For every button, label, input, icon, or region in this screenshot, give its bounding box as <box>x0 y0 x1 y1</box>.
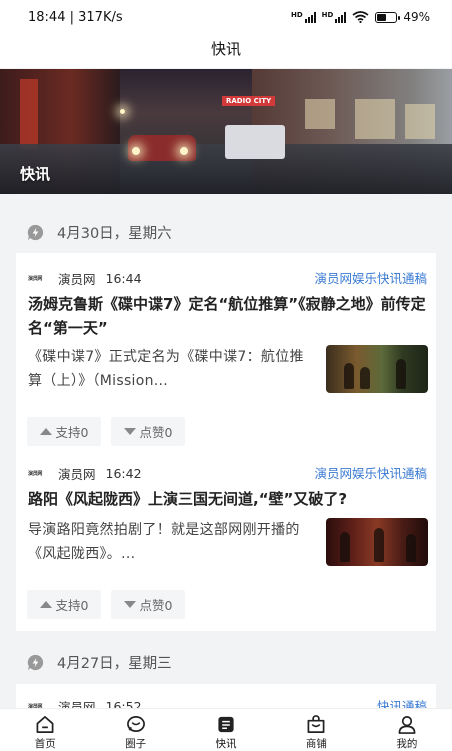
nav-news-label: 快讯 <box>215 738 237 750</box>
banner-window <box>355 99 395 139</box>
support-button[interactable]: 支持0 <box>27 590 101 619</box>
signal-tag-2: HD <box>321 10 334 19</box>
banner-label: 快讯 <box>20 165 51 183</box>
nav-shop[interactable]: 商铺 <box>271 709 361 751</box>
publish-time: 16:44 <box>105 271 142 286</box>
wifi-icon <box>352 11 369 23</box>
nav-profile[interactable]: 我的 <box>362 709 452 751</box>
page-title: 快讯 <box>210 40 241 58</box>
battery-fill <box>377 13 387 21</box>
shop-bag-icon <box>307 715 325 733</box>
news-thumbnail[interactable] <box>326 345 428 393</box>
nav-circle[interactable]: 圈子 <box>90 709 180 751</box>
news-icon <box>218 716 234 733</box>
banner-headlight <box>180 147 188 155</box>
battery-value: 49 <box>403 10 419 24</box>
like-button[interactable]: 点赞0 <box>111 590 185 619</box>
news-title[interactable]: 路阳《风起陇西》上演三国无间道,“壁”又破了? <box>28 487 428 511</box>
news-card: 演员网 演员网 16:44 演员网娱乐快讯通稿 汤姆克鲁斯《碟中谍7》定名“航位… <box>16 253 436 631</box>
source-row: 演员网 演员网 16:42 <box>28 464 142 483</box>
support-label: 支持0 <box>55 425 89 440</box>
date-header: 4月30日，星期六 <box>26 222 172 243</box>
source-tag[interactable]: 演员网娱乐快讯通稿 <box>314 463 427 482</box>
banner-streetlight <box>120 109 125 114</box>
thumbnail-figure <box>344 363 354 389</box>
like-label: 点赞0 <box>139 598 173 613</box>
signal-tag: HD <box>290 10 303 19</box>
signal-icon: HD <box>290 10 316 23</box>
bottom-nav: 首页 圈子 快讯 商铺 我的 <box>0 708 452 751</box>
banner-street-sign: RADIO CITY <box>222 96 276 106</box>
news-summary: 导演路阳竟然拍剧了！就是这部网刚开播的《风起陇西》。... <box>28 522 300 562</box>
status-bar: 18:44 | 317K/s HD HD 49% <box>0 0 452 34</box>
flash-chat-icon <box>27 654 44 671</box>
signal-icon-2: HD <box>321 10 347 23</box>
like-button[interactable]: 点赞0 <box>111 417 185 446</box>
home-icon <box>36 716 54 733</box>
nav-profile-label: 我的 <box>396 738 418 750</box>
news-item[interactable]: 演员网 演员网 16:44 演员网娱乐快讯通稿 汤姆克鲁斯《碟中谍7》定名“航位… <box>16 253 436 446</box>
news-thumbnail[interactable] <box>326 518 428 566</box>
date-text: 4月30日，星期六 <box>57 226 172 242</box>
thumbnail-figure <box>360 367 370 389</box>
person-icon <box>398 716 416 734</box>
news-item[interactable]: 演员网 演员网 16:42 演员网娱乐快讯通稿 路阳《风起陇西》上演三国无间道,… <box>16 456 436 631</box>
thumbnail-figure <box>340 532 350 562</box>
source-name: 演员网 <box>58 467 96 482</box>
news-title[interactable]: 汤姆克鲁斯《碟中谍7》定名“航位推算”《寂静之地》前传定名“第一天” <box>28 292 428 340</box>
status-divider: | <box>69 9 79 25</box>
status-network-speed: 317K/s <box>78 9 123 25</box>
upvote-icon <box>39 428 52 435</box>
page-header: 快讯 <box>0 34 452 68</box>
chat-bubble-icon <box>126 716 145 733</box>
downvote-icon <box>123 601 136 608</box>
battery-unit: % <box>418 10 430 24</box>
date-header: 4月27日，星期三 <box>26 652 172 673</box>
banner-neon-sign <box>20 79 38 149</box>
app-screen: 18:44 | 317K/s HD HD 49% 快讯 RADIO CITY 快… <box>0 0 452 751</box>
news-summary: 《碟中谍7》正式定名为《碟中谍7：航位推算（上）》（Mission... <box>28 349 304 389</box>
support-label: 支持0 <box>55 598 89 613</box>
nav-news[interactable]: 快讯 <box>181 709 271 751</box>
source-name: 演员网 <box>58 272 96 287</box>
status-time: 18:44 <box>28 9 66 25</box>
banner-truck <box>225 125 285 159</box>
status-right: HD HD 49% <box>291 10 430 24</box>
battery-icon <box>375 11 401 23</box>
banner-headlight <box>132 147 140 155</box>
thumbnail-figure <box>396 359 406 389</box>
banner-window <box>305 99 335 129</box>
upvote-icon <box>39 601 52 608</box>
nav-shop-label: 商铺 <box>305 738 327 750</box>
like-label: 点赞0 <box>139 425 173 440</box>
source-tag[interactable]: 演员网娱乐快讯通稿 <box>314 268 427 287</box>
date-text: 4月27日，星期三 <box>57 656 172 672</box>
nav-home-label: 首页 <box>34 738 56 750</box>
source-row: 演员网 演员网 16:44 <box>28 269 142 288</box>
publish-time: 16:42 <box>105 466 142 481</box>
thumbnail-figure <box>406 534 416 562</box>
status-left: 18:44 | 317K/s <box>28 10 123 25</box>
flash-chat-icon <box>27 224 44 241</box>
support-button[interactable]: 支持0 <box>27 417 101 446</box>
battery-percent: 49% <box>403 10 430 24</box>
banner-image[interactable]: RADIO CITY 快讯 <box>0 69 452 194</box>
nav-circle-label: 圈子 <box>125 738 147 750</box>
nav-home[interactable]: 首页 <box>0 709 90 751</box>
downvote-icon <box>123 428 136 435</box>
source-logo: 演员网 <box>28 470 43 477</box>
banner-window <box>405 104 435 139</box>
source-logo: 演员网 <box>28 275 43 282</box>
thumbnail-figure <box>374 528 384 562</box>
